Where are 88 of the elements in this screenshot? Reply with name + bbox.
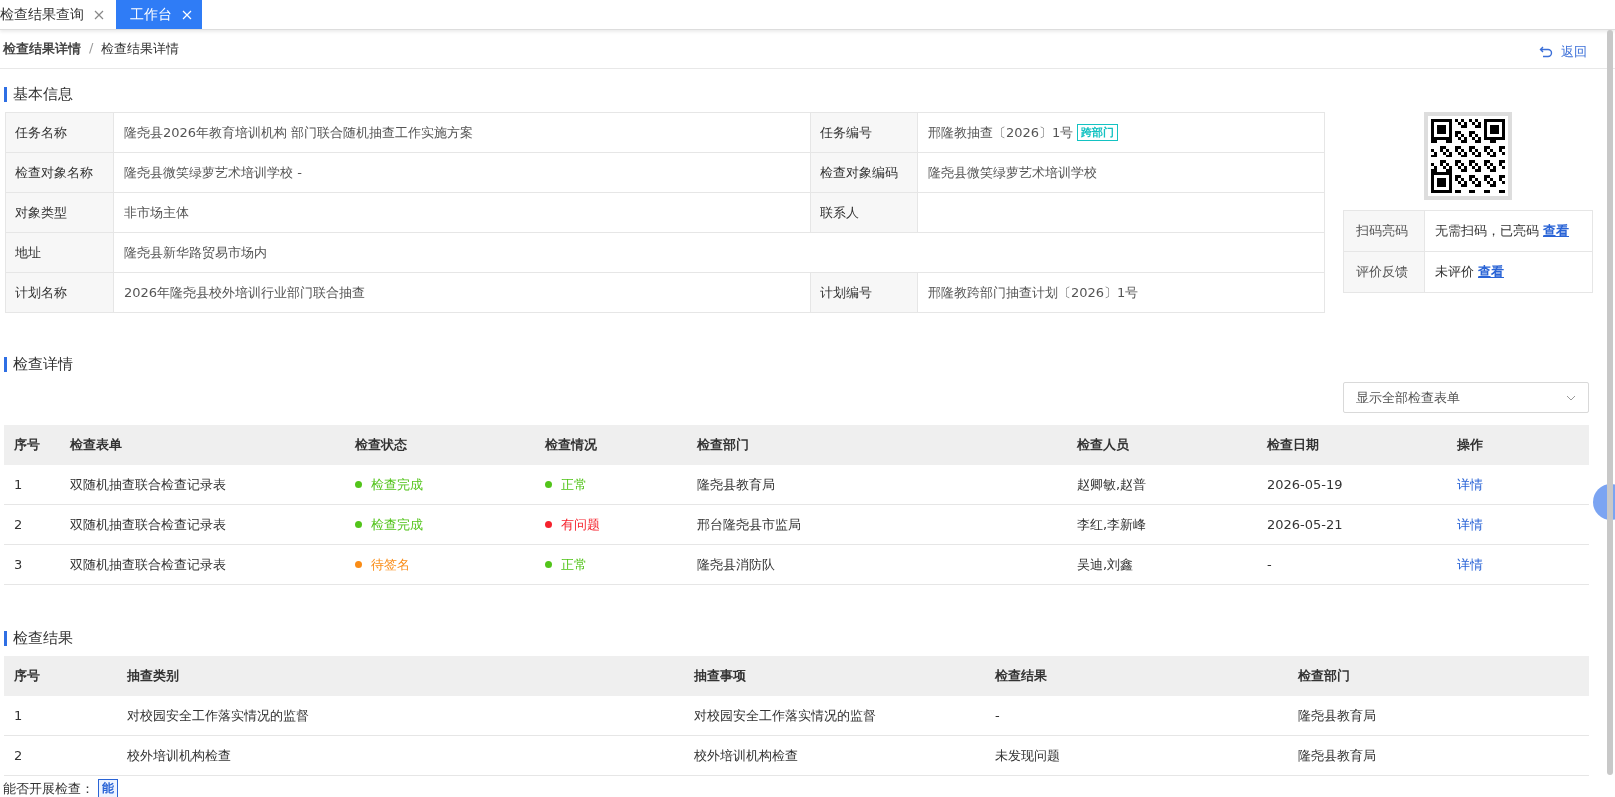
table-cell-text: 校外培训机构检查 xyxy=(693,746,799,765)
status-text: 正常 xyxy=(561,555,587,574)
status-text: 待签名 xyxy=(371,555,410,574)
breadcrumb-item: 检查结果详情 xyxy=(101,40,180,58)
table-cell-text: - xyxy=(1266,557,1273,572)
breadcrumb-separator: / xyxy=(89,40,94,57)
close-icon[interactable] xyxy=(94,9,104,20)
breadcrumb-item[interactable]: 检查结果详情 xyxy=(3,40,81,58)
field-value: 隆尧县微笑绿萝艺术培训学校 xyxy=(928,163,1097,182)
table-cell-text: 对校园安全工作落实情况的监督 xyxy=(693,706,877,725)
table-cell-text: 双随机抽查联合检查记录表 xyxy=(69,475,227,494)
status-text: 正常 xyxy=(561,475,587,494)
table-cell-text: 吴迪,刘鑫 xyxy=(1076,555,1135,574)
field-label: 联系人 xyxy=(810,193,918,232)
details-link[interactable]: 详情 xyxy=(1457,516,1483,532)
field-label: 地址 xyxy=(6,233,114,272)
view-link[interactable]: 查看 xyxy=(1543,222,1569,240)
field-label: 扫码亮码 xyxy=(1344,211,1425,251)
table-cell-text: - xyxy=(994,708,1001,723)
tag: 能 xyxy=(98,779,118,797)
table-cell-text: 1 xyxy=(13,708,24,723)
column-header: 检查表单 xyxy=(68,436,123,454)
status-text: 有问题 xyxy=(561,515,600,534)
undo-arrow-icon xyxy=(1539,45,1553,59)
field-label: 任务编号 xyxy=(810,113,918,152)
scrollbar[interactable] xyxy=(1607,30,1613,775)
column-header: 检查结果 xyxy=(993,667,1048,685)
field-label: 评价反馈 xyxy=(1344,252,1425,292)
table-cell-text: 赵卿敏,赵普 xyxy=(1076,475,1148,494)
table-cell-text: 2 xyxy=(13,517,24,532)
page-tab[interactable]: 工作台 xyxy=(116,0,202,29)
table-cell-text: 校外培训机构检查 xyxy=(126,746,232,765)
column-header: 抽查事项 xyxy=(693,667,747,685)
table-cell-text: 1 xyxy=(13,477,24,492)
column-header: 检查部门 xyxy=(1296,667,1351,685)
field-value: 无需扫码，已亮码 xyxy=(1435,222,1539,240)
table-cell-text: 未发现问题 xyxy=(994,746,1061,765)
field-value: 隆尧县新华路贸易市场内 xyxy=(124,243,267,262)
table-cell-text: 2 xyxy=(13,748,24,763)
column-header: 检查状态 xyxy=(353,436,408,454)
table-cell-text: 3 xyxy=(13,557,24,572)
section-title: 检查详情 xyxy=(4,357,73,372)
field-value: 隆尧县2026年教育培训机构 部门联合随机抽查工作实施方案 xyxy=(124,123,474,142)
details-link[interactable]: 详情 xyxy=(1457,476,1483,492)
field-value: 邢隆教跨部门抽查计划〔2026〕1号 xyxy=(928,283,1139,302)
field-label: 计划名称 xyxy=(6,273,114,312)
field-label: 对象类型 xyxy=(6,193,114,232)
view-link[interactable]: 查看 xyxy=(1478,263,1504,281)
table-cell-text: 2026-05-19 xyxy=(1266,477,1344,492)
table-cell-text: 隆尧县消防队 xyxy=(696,555,776,574)
status-text: 检查完成 xyxy=(371,515,423,534)
field-value: 未评价 xyxy=(1435,263,1474,281)
column-header: 抽查类别 xyxy=(126,667,180,685)
tag: 跨部门 xyxy=(1077,124,1119,141)
table-cell-text: 2026-05-21 xyxy=(1266,517,1344,532)
table-cell-text: 邢台隆尧县市监局 xyxy=(696,515,802,534)
table-cell-text: 双随机抽查联合检查记录表 xyxy=(69,555,227,574)
field-value: 2026年隆尧县校外培训行业部门联合抽查 xyxy=(124,283,366,302)
column-header: 操作 xyxy=(1456,436,1484,454)
back-link[interactable]: 返回 xyxy=(1539,39,1587,65)
form-filter-dropdown[interactable]: 显示全部检查表单 xyxy=(1343,382,1589,413)
chevron-down-icon xyxy=(1566,394,1576,401)
column-header: 检查情况 xyxy=(543,436,598,454)
field-label: 能否开展检查： xyxy=(3,779,94,797)
table-cell-text: 隆尧县教育局 xyxy=(1297,746,1377,765)
field-label: 检查对象名称 xyxy=(6,153,114,192)
section-title: 检查结果 xyxy=(4,631,73,646)
field-label: 计划编号 xyxy=(810,273,918,312)
table-cell-text: 对校园安全工作落实情况的监督 xyxy=(126,706,310,725)
section-title: 基本信息 xyxy=(4,87,73,102)
column-header: 序号 xyxy=(13,436,41,454)
field-value: 非市场主体 xyxy=(124,203,189,222)
field-value: 隆尧县微笑绿萝艺术培训学校 - xyxy=(124,163,302,182)
column-header: 检查人员 xyxy=(1075,436,1130,454)
field-label: 检查对象编码 xyxy=(810,153,918,192)
column-header: 序号 xyxy=(13,667,41,685)
page-tab[interactable]: 检查结果查询 xyxy=(0,0,116,29)
qr-code-icon xyxy=(1424,112,1512,200)
table-cell-text: 隆尧县教育局 xyxy=(696,475,776,494)
details-link[interactable]: 详情 xyxy=(1457,556,1483,572)
column-header: 检查日期 xyxy=(1265,436,1320,454)
table-cell-text: 隆尧县教育局 xyxy=(1297,706,1377,725)
field-label: 任务名称 xyxy=(6,113,114,152)
column-header: 检查部门 xyxy=(695,436,750,454)
table-cell-text: 双随机抽查联合检查记录表 xyxy=(69,515,227,534)
status-text: 检查完成 xyxy=(371,475,423,494)
table-cell-text: 李红,李新峰 xyxy=(1076,515,1148,534)
field-value: 邢隆教抽查〔2026〕1号 xyxy=(928,123,1074,142)
